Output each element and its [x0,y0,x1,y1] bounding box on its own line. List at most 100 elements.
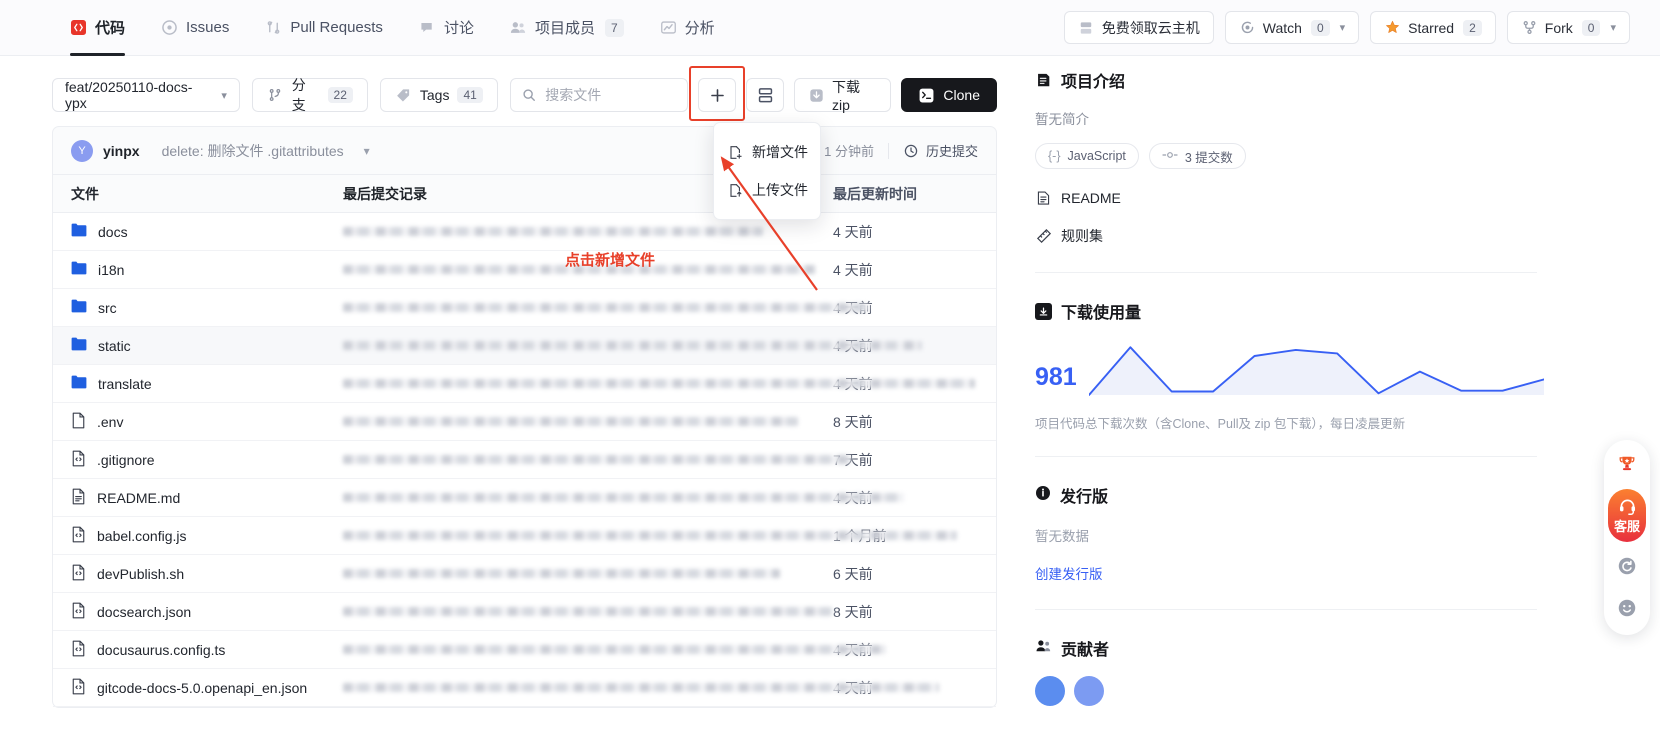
commit-message-cell[interactable] [343,683,833,692]
file-name-cell[interactable]: gitcode-docs-5.0.openapi_en.json [71,678,343,698]
commit-message-cell[interactable] [343,379,833,388]
table-row[interactable]: .gitignore 7 天前 [53,441,996,479]
branch-selector[interactable]: feat/20250110-docs-ypx ▾ [52,78,240,112]
commit-message-cell[interactable] [343,645,833,654]
file-name-cell[interactable]: .env [71,412,343,432]
readme-link[interactable]: README [1035,189,1537,206]
commit-message-cell[interactable] [343,341,833,350]
clone-button[interactable]: Clone [901,78,997,112]
split-view-button[interactable] [746,78,784,112]
fork-button[interactable]: Fork 0 ▾ [1507,11,1630,44]
add-button[interactable] [698,78,736,112]
tab-analytics[interactable]: 分析 [642,0,733,56]
avatar[interactable] [1074,676,1104,706]
commit-history-button[interactable]: 历史提交 [903,141,978,160]
table-row[interactable]: docsearch.json8 天前 [53,593,996,631]
commit-message-cell[interactable] [343,417,833,426]
commits-tag[interactable]: 3 提交数 [1149,143,1246,169]
file-name-cell[interactable]: .gitignore [71,450,343,470]
language-tag[interactable]: {-} JavaScript [1035,143,1139,169]
divider [1035,456,1537,457]
release-title-label: 发行版 [1060,483,1108,507]
smile-icon[interactable] [1609,590,1645,626]
tab-issues[interactable]: Issues [143,0,247,56]
braces-icon: {-} [1048,149,1061,163]
table-row[interactable]: i18n4 天前 [53,251,996,289]
file-name-cell[interactable]: docsearch.json [71,602,343,622]
updated-time-cell: 8 天前 [833,412,978,432]
tab-members[interactable]: 项目成员 7 [492,0,642,56]
commit-message-cell[interactable] [343,493,833,502]
file-name-cell[interactable]: babel.config.js [71,526,343,546]
fork-chevron-down-icon[interactable]: ▾ [1610,21,1616,34]
download-zip-button[interactable]: 下载zip [794,78,891,112]
table-row[interactable]: docs4 天前 [53,213,996,251]
table-row[interactable]: devPublish.sh 6 天前 [53,555,996,593]
table-row[interactable]: docusaurus.config.ts4 天前 [53,631,996,669]
page-root: 代码 Issues Pull Requests 讨论 [0,0,1660,742]
watch-label: Watch [1263,20,1302,36]
tab-discussion[interactable]: 讨论 [401,0,492,56]
add-file-dropdown-menu[interactable]: 新增文件 上传文件 [713,122,821,220]
members-icon [510,19,527,36]
table-row[interactable]: translate4 天前 [53,365,996,403]
starred-button[interactable]: Starred 2 [1370,11,1496,44]
chevron-down-icon[interactable]: ▾ [1340,21,1346,34]
commit-message-cell[interactable] [343,607,833,616]
file-name-cell[interactable]: src [71,299,343,316]
project-intro-empty: 暂无简介 [1035,108,1537,128]
branches-button[interactable]: 分支 22 [252,78,368,112]
table-row[interactable]: babel.config.js1 个月前 [53,517,996,555]
star-icon [1384,19,1401,36]
commit-message-cell[interactable] [343,569,833,578]
file-name-cell[interactable]: translate [71,375,343,392]
commit-message-cell[interactable] [343,227,833,236]
upload-file-icon [728,182,743,199]
commit-author[interactable]: yinpx [103,143,140,159]
rules-link[interactable]: 规则集 [1035,226,1537,246]
file-name-cell[interactable]: README.md [71,488,343,508]
updated-time-cell: 6 天前 [833,564,978,584]
file-icon [71,678,86,698]
nav-actions: 免费领取云主机 Watch 0 ▾ Starred 2 [1064,11,1630,44]
customer-service-button[interactable]: 客服 [1608,489,1646,542]
table-row[interactable]: .env 8 天前 [53,403,996,441]
file-name-cell[interactable]: devPublish.sh [71,564,343,584]
trophy-icon[interactable] [1609,447,1645,483]
col-header-name: 文件 [71,184,343,204]
commit-message-cell[interactable] [343,265,833,274]
free-cloud-host-button[interactable]: 免费领取云主机 [1064,11,1214,44]
commit-message-cell[interactable] [343,455,833,464]
avatar[interactable] [1035,676,1065,706]
folder-icon [71,223,87,240]
file-name-cell[interactable]: docs [71,223,343,240]
analytics-icon [660,19,677,36]
menu-item-upload-file[interactable]: 上传文件 [714,171,820,209]
file-name-cell[interactable]: i18n [71,261,343,278]
file-name-cell[interactable]: docusaurus.config.ts [71,640,343,660]
tags-button[interactable]: Tags 41 [380,78,498,112]
commit-message[interactable]: delete: 删除文件 .gitattributes [162,141,344,161]
tab-pull-requests[interactable]: Pull Requests [247,0,401,56]
create-release-link[interactable]: 创建发行版 [1035,563,1537,583]
table-row[interactable]: gitcode-docs-5.0.openapi_en.json4 天前 [53,669,996,707]
search-input[interactable] [545,87,676,103]
tab-code[interactable]: 代码 [52,0,143,56]
menu-item-new-file[interactable]: 新增文件 [714,133,820,171]
file-name-cell[interactable]: static [71,337,343,354]
updated-time-cell: 7 天前 [833,450,978,470]
commit-message-cell[interactable] [343,531,833,540]
commits-tag-label: 3 提交数 [1185,147,1233,166]
search-file-box[interactable] [510,78,689,112]
commit-expand-chevron-icon[interactable]: ▾ [364,144,370,158]
free-cloud-host-label: 免费领取云主机 [1102,18,1200,38]
file-name-label: .gitignore [97,452,155,468]
refresh-icon[interactable] [1609,548,1645,584]
floating-widget-panel: 客服 [1604,440,1650,635]
table-row[interactable]: README.md4 天前 [53,479,996,517]
commit-message-cell[interactable] [343,303,833,312]
table-row[interactable]: src4 天前 [53,289,996,327]
watch-button[interactable]: Watch 0 ▾ [1225,11,1359,44]
download-box-icon [1035,303,1052,320]
table-row[interactable]: static4 天前 [53,327,996,365]
